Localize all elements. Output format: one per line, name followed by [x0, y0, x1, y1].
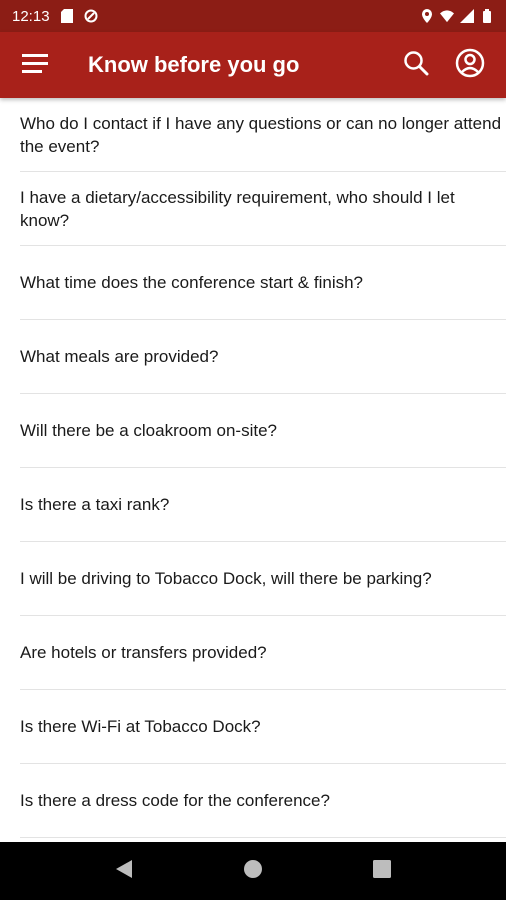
faq-question: I will be driving to Tobacco Dock, will … — [20, 569, 432, 588]
faq-item[interactable]: Will there be a cloakroom on-site? — [20, 394, 506, 468]
back-button[interactable] — [100, 847, 148, 895]
location-icon — [420, 9, 434, 23]
recents-icon — [372, 859, 391, 883]
search-button[interactable] — [394, 43, 438, 87]
faq-item[interactable]: What meals are provided? — [20, 320, 506, 394]
faq-item[interactable]: Is there a dress code for the conference… — [20, 764, 506, 838]
status-bar: 12:13 — [0, 0, 506, 32]
home-icon — [243, 859, 263, 884]
faq-question: Is there a taxi rank? — [20, 495, 170, 514]
system-nav-bar — [0, 842, 506, 900]
faq-question: Is there a dress code for the conference… — [20, 791, 330, 810]
menu-icon — [22, 53, 48, 78]
faq-list: Who do I contact if I have any questions… — [0, 98, 506, 842]
app-bar: Know before you go — [0, 32, 506, 98]
faq-item[interactable]: Is there a taxi rank? — [20, 468, 506, 542]
account-button[interactable] — [448, 43, 492, 87]
menu-button[interactable] — [0, 32, 70, 98]
account-icon — [455, 48, 485, 83]
faq-question: Are hotels or transfers provided? — [20, 643, 267, 662]
wifi-icon — [440, 9, 454, 23]
faq-question: I have a dietary/accessibility requireme… — [20, 187, 455, 230]
faq-item[interactable]: What time does the conference start & fi… — [20, 246, 506, 320]
faq-question: What time does the conference start & fi… — [20, 273, 364, 292]
faq-item[interactable]: Is there Wi-Fi at Tobacco Dock? — [20, 690, 506, 764]
status-right — [420, 9, 494, 23]
app-bar-actions — [394, 43, 506, 87]
faq-item[interactable]: Are hotels or transfers provided? — [20, 616, 506, 690]
faq-question: Will there be a cloakroom on-site? — [20, 421, 278, 440]
home-button[interactable] — [229, 847, 277, 895]
search-icon — [403, 50, 429, 81]
data-saver-icon — [84, 9, 98, 23]
status-left: 12:13 — [12, 8, 98, 25]
back-icon — [115, 859, 133, 884]
recents-button[interactable] — [358, 847, 406, 895]
status-time: 12:13 — [12, 7, 50, 25]
faq-item[interactable]: Who do I contact if I have any questions… — [20, 98, 506, 172]
faq-question: Who do I contact if I have any questions… — [20, 113, 502, 156]
page-title: Know before you go — [88, 52, 300, 77]
faq-item[interactable]: I have a dietary/accessibility requireme… — [20, 172, 506, 246]
signal-icon — [460, 9, 474, 23]
battery-icon — [480, 9, 494, 23]
faq-question: What meals are provided? — [20, 347, 219, 366]
faq-question: Is there Wi-Fi at Tobacco Dock? — [20, 717, 261, 736]
sd-card-icon — [60, 9, 74, 23]
faq-item[interactable]: I will be driving to Tobacco Dock, will … — [20, 542, 506, 616]
